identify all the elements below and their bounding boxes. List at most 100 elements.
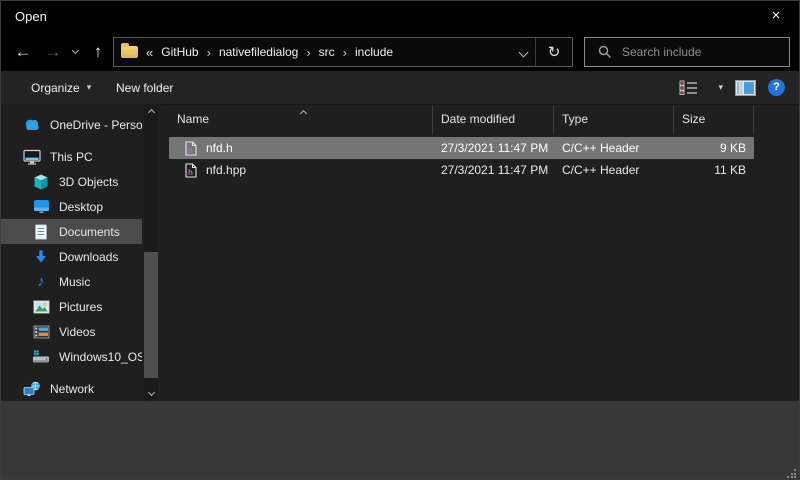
column-label: Size [682,112,705,126]
search-placeholder: Search include [622,45,701,59]
chevron-down-icon [71,47,78,54]
sidebar-item-pictures[interactable]: Pictures [1,294,142,319]
sidebar-item-label: Pictures [59,300,102,314]
recent-locations-button[interactable] [67,37,83,67]
file-date: 27/3/2021 11:47 PM [433,141,554,155]
file-type: C/C++ Header [554,163,674,177]
scrollbar-thumb[interactable] [144,252,158,378]
desktop-icon [32,198,50,215]
scroll-up-button[interactable] [144,104,158,118]
svg-text:h: h [188,146,193,155]
column-header-size[interactable]: Size [674,105,754,135]
file-name: nfd.h [206,141,433,155]
file-size: 9 KB [674,141,754,155]
chevron-down-icon [147,389,154,396]
refresh-icon: ↻ [548,44,561,61]
forward-icon: → [45,42,62,62]
chevron-down-icon [518,48,528,58]
sidebar-item-label: OneDrive - Persor [50,118,142,132]
sidebar-item-label: Windows10_OS ( [59,350,142,364]
preview-pane-icon[interactable] [735,80,756,96]
column-header-name[interactable]: Name [161,105,433,135]
up-button[interactable]: ↑ [85,37,111,67]
refresh-button[interactable]: ↻ [536,43,572,61]
new-folder-label: New folder [116,81,173,95]
file-row-nfd-h[interactable]: h nfd.h 27/3/2021 11:47 PM C/C++ Header … [169,137,754,159]
sidebar-item-network[interactable]: Network [1,376,142,401]
sidebar-scrollbar[interactable] [144,104,158,401]
sidebar-item-videos[interactable]: Videos [1,319,142,344]
navigation-bar: ← → ↑ « GitHub › nativefiledialog › src … [1,33,799,71]
organize-button[interactable]: Organize ▾ [31,71,91,104]
open-file-dialog: Open × ← → ↑ « GitHub › nativefiledialog… [0,0,800,480]
dialog-content: OneDrive - Persor This PC [1,104,799,401]
file-row-nfd-hpp[interactable]: h nfd.hpp 27/3/2021 11:47 PM C/C++ Heade… [169,159,754,181]
command-toolbar: Organize ▾ New folder ▾ [1,71,799,104]
header-file-icon: h [185,163,197,178]
breadcrumb-item-src[interactable]: src [311,45,343,59]
close-icon: × [772,7,781,24]
breadcrumb-item-nativefiledialog[interactable]: nativefiledialog [211,45,306,59]
sidebar-item-windows10-os[interactable]: Windows10_OS ( [1,344,142,369]
titlebar[interactable]: Open × [1,1,799,33]
file-rows: h nfd.h 27/3/2021 11:47 PM C/C++ Header … [161,137,799,181]
document-icon [32,223,50,240]
sidebar-item-documents[interactable]: Documents [1,219,142,244]
resize-grip-icon[interactable] [787,469,796,478]
breadcrumb-overflow-icon[interactable]: « [146,45,153,60]
column-label: Date modified [441,112,515,126]
sidebar-item-label: Downloads [59,250,118,264]
view-controls: ▾ ? [679,71,785,104]
search-input[interactable]: Search include [584,37,790,67]
onedrive-cloud-icon [23,116,41,133]
header-file-icon: h [185,141,197,156]
sidebar-item-label: This PC [50,150,93,164]
folder-icon [121,46,138,58]
help-button[interactable]: ? [768,79,785,96]
film-icon [32,323,50,340]
search-icon [598,45,612,59]
back-icon: ← [15,42,32,62]
computer-icon [23,148,41,165]
svg-text:h: h [188,168,193,177]
details-view-icon[interactable] [679,80,699,95]
sidebar-item-label: Network [50,382,94,396]
sidebar-item-3d-objects[interactable]: 3D Objects [1,169,142,194]
column-label: Type [562,112,588,126]
sidebar-item-label: Documents [59,225,120,239]
address-dropdown-button[interactable] [511,45,535,59]
file-name: nfd.hpp [206,163,433,177]
sidebar-item-label: Music [59,275,90,289]
column-label: Name [177,112,209,126]
sidebar-item-label: 3D Objects [59,175,118,189]
picture-icon [32,298,50,315]
sidebar-item-onedrive[interactable]: OneDrive - Persor [1,112,142,137]
network-icon [23,380,41,397]
chevron-down-icon: ▾ [87,82,92,93]
cube-icon [32,173,50,190]
sidebar-item-label: Videos [59,325,95,339]
column-header-type[interactable]: Type [554,105,674,135]
views-dropdown-button[interactable]: ▾ [718,82,723,93]
breadcrumb-item-github[interactable]: GitHub [153,45,206,59]
dialog-title: Open [15,1,47,33]
up-icon: ↑ [94,42,103,62]
breadcrumb[interactable]: « GitHub › nativefiledialog › src › incl… [113,37,573,67]
music-note-icon: ♪ [32,273,50,290]
file-type: C/C++ Header [554,141,674,155]
sidebar-item-desktop[interactable]: Desktop [1,194,142,219]
forward-button[interactable]: → [39,37,67,67]
breadcrumb-item-include[interactable]: include [347,45,401,59]
close-button[interactable]: × [753,1,799,33]
drive-icon [32,348,50,365]
column-headers: Name Date modified Type Size [161,104,799,135]
organize-label: Organize [31,81,80,95]
sidebar-item-this-pc[interactable]: This PC [1,144,142,169]
new-folder-button[interactable]: New folder [116,71,173,104]
scroll-down-button[interactable] [144,387,158,401]
sidebar-item-music[interactable]: ♪ Music [1,269,142,294]
sidebar-item-label: Desktop [59,200,103,214]
back-button[interactable]: ← [9,37,37,67]
column-header-date-modified[interactable]: Date modified [433,105,554,135]
sidebar-item-downloads[interactable]: Downloads [1,244,142,269]
